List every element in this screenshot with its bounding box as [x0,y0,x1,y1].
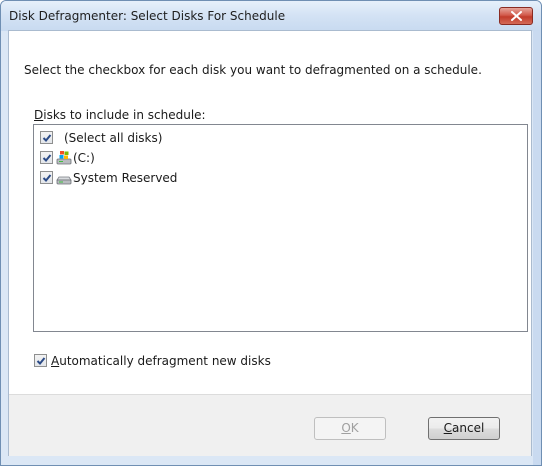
system-reserved-checkbox[interactable] [40,171,53,184]
close-button[interactable] [499,7,533,25]
disks-listbox[interactable]: (Select all disks) (C:) System Reserved [33,124,528,332]
cancel-text: ancel [452,421,485,435]
system-reserved-label: System Reserved [73,171,178,185]
close-icon [511,11,522,21]
drive-c-checkbox[interactable] [40,151,53,164]
auto-defragment-label: Automatically defragment new disks [51,354,271,368]
disks-label-text: isks to include in schedule: [43,108,206,122]
window-title: Disk Defragmenter: Select Disks For Sche… [9,9,286,23]
checkmark-icon [42,174,52,182]
title-bar[interactable]: Disk Defragmenter: Select Disks For Sche… [1,1,541,31]
drive-c-label: (C:) [73,151,95,165]
auto-defragment-mnemonic: A [51,354,60,368]
checkmark-icon [36,357,46,365]
select-all-label: (Select all disks) [64,131,163,145]
checkmark-icon [42,154,52,162]
auto-defragment-checkbox[interactable] [34,354,47,367]
checkmark-icon [42,134,52,142]
ok-mnemonic: O [341,421,351,435]
disks-list-label: Disks to include in schedule: [34,108,206,122]
auto-defragment-option[interactable]: Automatically defragment new disks [34,352,434,370]
ok-button[interactable]: OK [314,417,386,440]
disks-label-mnemonic: D [34,108,44,122]
windows-drive-icon [56,151,72,165]
instruction-text: Select the checkbox for each disk you wa… [24,63,482,77]
hard-drive-icon [56,176,72,185]
window-frame-right [533,31,541,465]
cancel-mnemonic: C [443,421,453,435]
cancel-button[interactable]: Cancel [428,417,500,440]
list-item-drive-c[interactable]: (C:) [40,149,520,167]
ok-text: K [350,421,359,435]
auto-defragment-text: utomatically defragment new disks [59,354,271,368]
select-all-checkbox[interactable] [40,131,53,144]
list-item-system-reserved[interactable]: System Reserved [40,169,520,187]
list-item-select-all[interactable]: (Select all disks) [40,129,520,147]
